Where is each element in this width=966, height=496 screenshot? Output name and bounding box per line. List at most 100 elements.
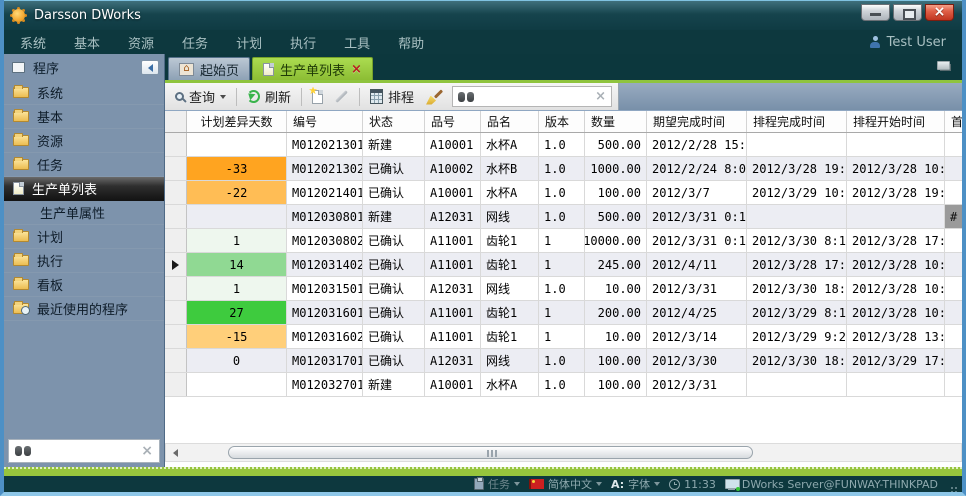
sidebar-search-input[interactable] bbox=[31, 442, 141, 460]
table-cell[interactable]: 1 bbox=[187, 277, 287, 300]
menu-item-7[interactable]: 帮助 bbox=[398, 33, 424, 52]
table-cell[interactable]: 100.00 bbox=[585, 349, 647, 372]
table-cell[interactable] bbox=[747, 205, 847, 228]
schedule-button[interactable]: 排程 bbox=[366, 85, 418, 108]
table-row[interactable]: 1M012030802已确认A11001齿轮1110000.002012/3/3… bbox=[165, 229, 962, 253]
table-cell[interactable]: 2012/3/7 bbox=[647, 181, 747, 204]
table-cell[interactable]: -22 bbox=[187, 181, 287, 204]
font-menu[interactable]: 字体 bbox=[611, 476, 660, 492]
table-cell[interactable]: # bbox=[945, 205, 962, 228]
sidebar-search-box[interactable]: × bbox=[8, 439, 160, 463]
table-row[interactable]: -33M012021302已确认A10002水杯B1.01000.002012/… bbox=[165, 157, 962, 181]
table-cell[interactable]: A10001 bbox=[425, 373, 481, 396]
table-cell[interactable]: 27 bbox=[187, 301, 287, 324]
sidebar-item-2[interactable]: 资源 bbox=[4, 129, 164, 153]
table-cell[interactable]: A10001 bbox=[425, 181, 481, 204]
table-cell[interactable]: 2012/3/28 19:10 bbox=[747, 157, 847, 180]
table-row[interactable]: 1M012031501已确认A12031网线1.010.002012/3/312… bbox=[165, 277, 962, 301]
table-row[interactable]: -15M012031602已确认A11001齿轮1110.002012/3/14… bbox=[165, 325, 962, 349]
table-cell[interactable]: A11001 bbox=[425, 325, 481, 348]
table-cell[interactable] bbox=[945, 181, 962, 204]
table-cell[interactable]: 水杯B bbox=[481, 157, 539, 180]
table-cell[interactable]: 2012/3/29 9:20 bbox=[747, 325, 847, 348]
table-cell[interactable]: 水杯A bbox=[481, 133, 539, 156]
tab-close-icon[interactable]: × bbox=[351, 63, 362, 76]
column-header[interactable]: 排程开始时间 bbox=[847, 111, 945, 132]
column-header[interactable]: 状态 bbox=[363, 111, 425, 132]
sidebar-item-8[interactable]: 看板 bbox=[4, 273, 164, 297]
table-cell[interactable]: 已确认 bbox=[363, 253, 425, 276]
column-header[interactable]: 版本 bbox=[539, 111, 585, 132]
table-cell[interactable]: 齿轮1 bbox=[481, 325, 539, 348]
user-chip[interactable]: Test User bbox=[870, 35, 946, 50]
table-cell[interactable]: 1.0 bbox=[539, 181, 585, 204]
table-cell[interactable]: 新建 bbox=[363, 205, 425, 228]
table-cell[interactable]: A10001 bbox=[425, 133, 481, 156]
table-cell[interactable]: 500.00 bbox=[585, 205, 647, 228]
table-cell[interactable]: 2012/3/31 bbox=[647, 277, 747, 300]
table-cell[interactable]: -33 bbox=[187, 157, 287, 180]
table-cell[interactable]: 200.00 bbox=[585, 301, 647, 324]
table-cell[interactable]: 2012/3/28 19:10 bbox=[847, 181, 945, 204]
table-cell[interactable]: 1.0 bbox=[539, 277, 585, 300]
table-cell[interactable]: 0 bbox=[187, 349, 287, 372]
table-cell[interactable]: 245.00 bbox=[585, 253, 647, 276]
horizontal-scrollbar[interactable] bbox=[165, 443, 962, 462]
sidebar-item-1[interactable]: 基本 bbox=[4, 105, 164, 129]
column-header[interactable]: 编号 bbox=[287, 111, 363, 132]
column-header[interactable]: 排程完成时间 bbox=[747, 111, 847, 132]
table-cell[interactable]: -15 bbox=[187, 325, 287, 348]
table-cell[interactable]: 1.0 bbox=[539, 373, 585, 396]
task-menu[interactable]: 任务 bbox=[474, 476, 520, 492]
sidebar-item-0[interactable]: 系统 bbox=[4, 81, 164, 105]
menu-item-0[interactable]: 系统 bbox=[20, 33, 46, 52]
menu-item-6[interactable]: 工具 bbox=[344, 33, 370, 52]
table-row[interactable]: -22M012021401已确认A10001水杯A1.0100.002012/3… bbox=[165, 181, 962, 205]
table-cell[interactable]: 1 bbox=[539, 301, 585, 324]
collapse-sidebar-button[interactable] bbox=[141, 60, 159, 75]
table-cell[interactable]: 10.00 bbox=[585, 325, 647, 348]
column-header[interactable]: 期望完成时间 bbox=[647, 111, 747, 132]
table-cell[interactable]: 1 bbox=[187, 229, 287, 252]
table-cell[interactable]: M012032701 bbox=[287, 373, 363, 396]
column-header[interactable]: 计划差异天数 bbox=[187, 111, 287, 132]
table-cell[interactable] bbox=[945, 277, 962, 300]
table-cell[interactable]: 1.0 bbox=[539, 205, 585, 228]
column-header[interactable]: 首 bbox=[945, 111, 962, 132]
table-row[interactable]: 27M012031601已确认A11001齿轮11200.002012/4/25… bbox=[165, 301, 962, 325]
table-cell[interactable]: 2012/3/28 10:52 bbox=[847, 253, 945, 276]
table-cell[interactable]: 2012/3/30 bbox=[647, 349, 747, 372]
table-cell[interactable]: A10002 bbox=[425, 157, 481, 180]
table-row[interactable]: M012032701新建A10001水杯A1.0100.002012/3/31 bbox=[165, 373, 962, 397]
table-cell[interactable]: 10.00 bbox=[585, 277, 647, 300]
splitter-bar[interactable] bbox=[4, 467, 962, 476]
table-cell[interactable] bbox=[945, 301, 962, 324]
table-cell[interactable]: 1000.00 bbox=[585, 157, 647, 180]
table-cell[interactable]: 500.00 bbox=[585, 133, 647, 156]
close-button[interactable] bbox=[925, 4, 954, 21]
table-cell[interactable]: 14 bbox=[187, 253, 287, 276]
table-cell[interactable]: 2012/4/11 bbox=[647, 253, 747, 276]
table-row[interactable]: M012030801新建A12031网线1.0500.002012/3/31 0… bbox=[165, 205, 962, 229]
sidebar-item-6[interactable]: 计划 bbox=[4, 225, 164, 249]
table-row[interactable]: 0M012031701已确认A12031网线1.0100.002012/3/30… bbox=[165, 349, 962, 373]
table-cell[interactable]: 2012/2/28 15:00 bbox=[647, 133, 747, 156]
table-cell[interactable]: 2012/3/28 10:52 bbox=[847, 277, 945, 300]
table-cell[interactable]: 网线 bbox=[481, 349, 539, 372]
table-cell[interactable]: A12031 bbox=[425, 205, 481, 228]
table-cell[interactable]: M012031602 bbox=[287, 325, 363, 348]
menu-item-1[interactable]: 基本 bbox=[74, 33, 100, 52]
table-cell[interactable]: 2012/3/14 bbox=[647, 325, 747, 348]
table-cell[interactable]: 2012/3/31 0:10 bbox=[647, 205, 747, 228]
clear-search-icon[interactable]: × bbox=[141, 444, 153, 458]
table-cell[interactable]: 2012/3/28 17:13 bbox=[847, 229, 945, 252]
table-cell[interactable]: 2012/4/25 bbox=[647, 301, 747, 324]
scroll-left-icon[interactable] bbox=[167, 445, 183, 460]
table-cell[interactable]: 1.0 bbox=[539, 133, 585, 156]
sidebar-item-3[interactable]: 任务 bbox=[4, 153, 164, 177]
table-cell[interactable]: M012021401 bbox=[287, 181, 363, 204]
table-cell[interactable] bbox=[847, 205, 945, 228]
table-cell[interactable] bbox=[747, 133, 847, 156]
table-cell[interactable]: 已确认 bbox=[363, 229, 425, 252]
table-cell[interactable]: 齿轮1 bbox=[481, 229, 539, 252]
